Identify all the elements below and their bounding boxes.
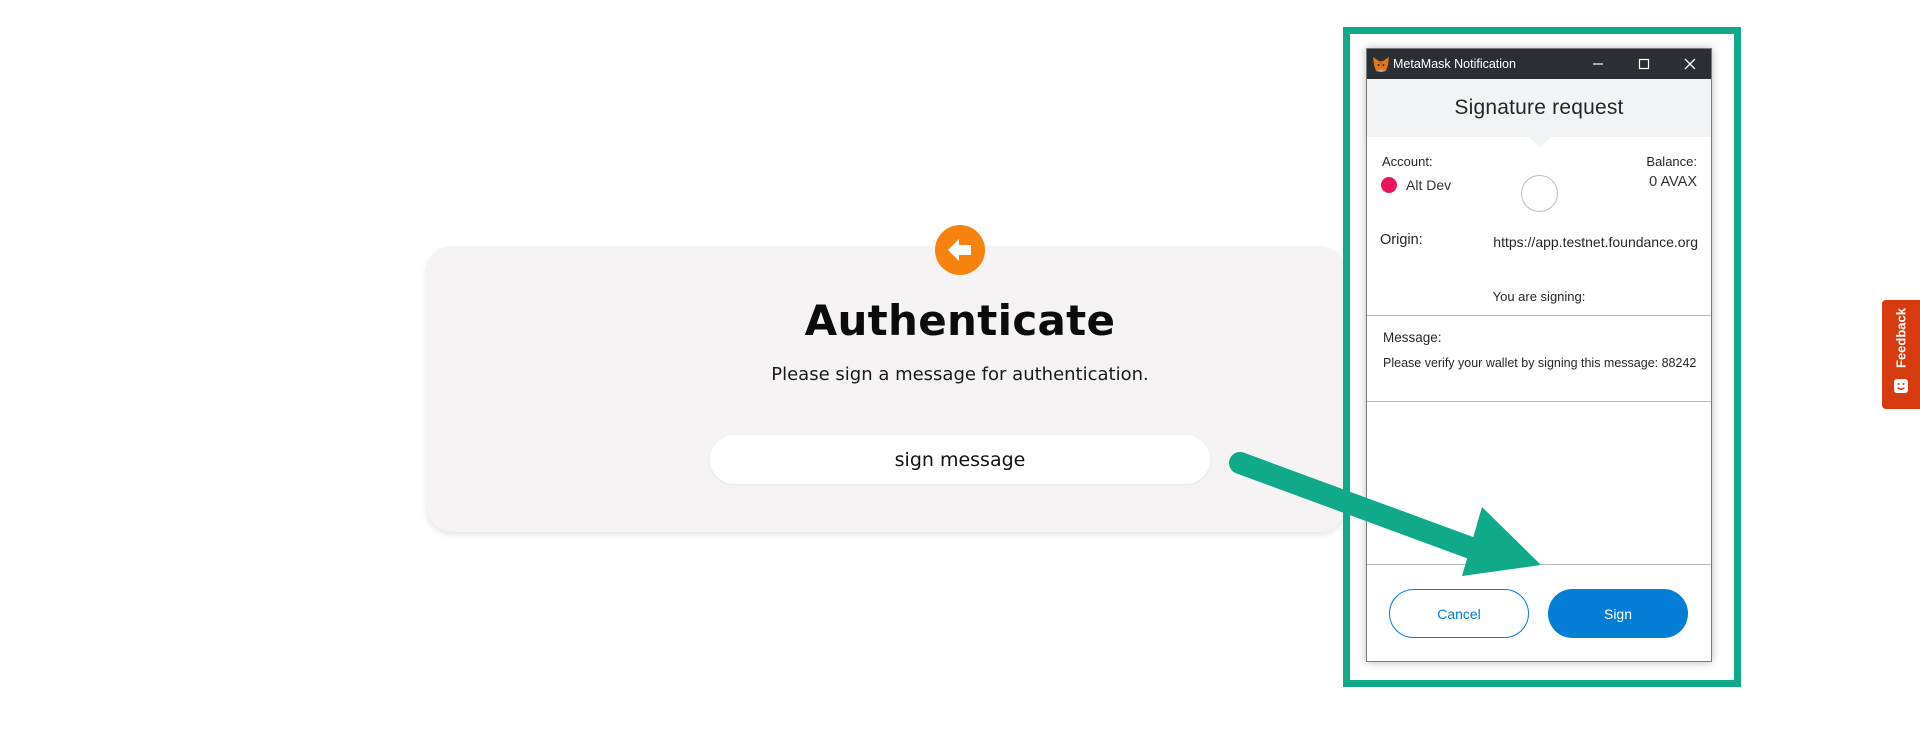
account-name: Alt Dev (1406, 177, 1452, 193)
cancel-button[interactable]: Cancel (1389, 589, 1529, 638)
divider (1367, 401, 1711, 402)
origin-avatar (1521, 175, 1558, 212)
feedback-smile-icon (1894, 379, 1908, 393)
page-title: Authenticate (804, 296, 1116, 345)
balance-label: Balance: (1646, 154, 1697, 169)
account-label: Account: (1382, 154, 1433, 169)
back-button[interactable] (935, 225, 985, 275)
balance-value: 0 AVAX (1649, 174, 1697, 190)
close-button[interactable] (1667, 49, 1713, 79)
window-title: MetaMask Notification (1393, 57, 1516, 71)
minimize-icon (1593, 63, 1603, 65)
maximize-button[interactable] (1621, 49, 1667, 79)
close-icon (1684, 58, 1696, 70)
signing-label: You are signing: (1492, 289, 1586, 304)
metamask-window: MetaMask Notification Signature request … (1366, 48, 1712, 662)
divider (1367, 315, 1711, 316)
minimize-button[interactable] (1575, 49, 1621, 79)
feedback-label: Feedback (1893, 308, 1909, 368)
window-titlebar[interactable]: MetaMask Notification (1367, 49, 1711, 79)
origin-label: Origin: (1380, 232, 1423, 248)
message-label: Message: (1383, 330, 1442, 345)
origin-value: https://app.testnet.foundance.org (1493, 234, 1698, 250)
metamask-fox-icon (1373, 57, 1389, 72)
auth-card (426, 246, 1346, 532)
signature-request-title: Signature request (1454, 96, 1624, 119)
header-notch (1529, 137, 1551, 148)
sign-button[interactable]: Sign (1548, 589, 1688, 638)
signature-header: Signature request (1367, 79, 1711, 137)
sign-message-button[interactable]: sign message (710, 435, 1210, 484)
arrow-left-icon (948, 239, 971, 261)
maximize-icon (1638, 58, 1650, 70)
account-avatar (1381, 177, 1397, 193)
message-text: Please verify your wallet by signing thi… (1383, 356, 1697, 370)
feedback-tab[interactable]: Feedback (1882, 300, 1920, 409)
page-subtitle: Please sign a message for authentication… (771, 364, 1149, 385)
divider (1367, 564, 1711, 565)
